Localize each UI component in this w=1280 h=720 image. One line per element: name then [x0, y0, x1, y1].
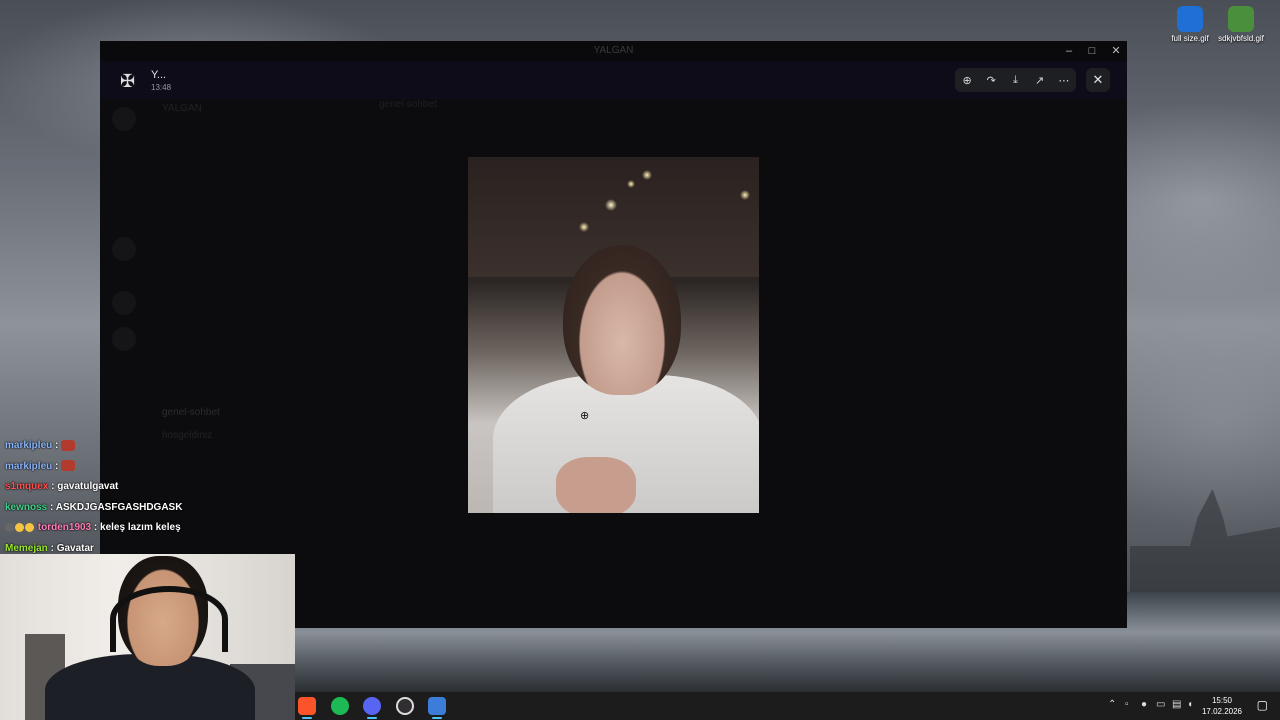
chat-username: s1mquex: [5, 481, 49, 492]
chat-message: kewnoss : ASKDJGASFGASHDGASK: [5, 501, 183, 513]
chat-message: s1mquex : gavatulgavat: [5, 481, 119, 492]
chat-username: Memejan: [5, 542, 48, 554]
headphones: [110, 586, 228, 652]
chat-message: markipleu :: [5, 436, 295, 457]
chevron-up-icon[interactable]: ⌃: [1108, 699, 1116, 710]
desktop-icon-label: sdkjvbfsld.gif: [1218, 34, 1264, 43]
device-icon[interactable]: ▫: [1125, 699, 1129, 710]
close-window-button[interactable]: ✕: [1105, 43, 1127, 59]
forward-icon[interactable]: ↷: [981, 74, 1001, 87]
zoom-cursor-icon: ⊕: [580, 410, 590, 422]
microphone-icon[interactable]: ●: [1141, 699, 1147, 710]
channel-header: genel-sohbet: [379, 99, 437, 110]
desktop-icon-full-size[interactable]: full size.gif: [1162, 6, 1218, 43]
server-cross-icon: ✠: [120, 71, 136, 91]
message-timestamp: 13:48: [151, 83, 172, 92]
minimize-button[interactable]: –: [1058, 43, 1080, 59]
brave-icon[interactable]: [298, 697, 316, 715]
badge-icon: [25, 522, 34, 532]
media-toolbar: ⊕ ↷ ⤓ ↗ ⋯: [955, 68, 1076, 92]
chat-message: markipleu :: [5, 457, 295, 478]
chat-text: ASKDJGASFGASHDGASK: [55, 501, 183, 513]
emote-icon: [61, 460, 76, 472]
open-external-icon[interactable]: ↗: [1030, 74, 1050, 87]
clock-date: 17.02.2026: [1201, 707, 1242, 716]
stream-chat-overlay: markipleu : markipleu : s1mquex : gavatu…: [5, 436, 295, 559]
gif-file-icon: [1177, 6, 1203, 32]
obs-icon[interactable]: [396, 697, 414, 715]
badge-icon: [15, 522, 24, 532]
volume-icon[interactable]: ◖: [1187, 699, 1193, 710]
download-icon[interactable]: ⤓: [1005, 74, 1025, 87]
discord-icon[interactable]: [363, 697, 381, 715]
notification-icon[interactable]: ▢: [1257, 698, 1268, 712]
server-name: YALGAN: [162, 103, 202, 114]
desktop-icon-label: full size.gif: [1171, 34, 1209, 43]
desktop-icon-sdkjvbfsld[interactable]: sdkjvbfsld.gif: [1213, 6, 1269, 43]
close-viewer-button[interactable]: ✕: [1086, 68, 1110, 92]
display-icon[interactable]: ▭: [1156, 699, 1165, 710]
spotify-icon[interactable]: [331, 697, 349, 715]
chat-username: kewnoss: [5, 501, 48, 513]
window-title: YALGAN: [593, 45, 634, 56]
maximize-button[interactable]: □: [1081, 43, 1103, 59]
emote-icon: [61, 439, 76, 451]
viewed-image[interactable]: [468, 157, 759, 513]
chat-text: Gavatar: [56, 542, 94, 554]
chat-username: torden1903: [37, 522, 92, 533]
network-icon[interactable]: ▤: [1172, 699, 1181, 710]
taskbar: ⌃ ▫ ● ▭ ▤ ◖ 15:50 17.02.2026 ▢: [295, 692, 1280, 720]
system-clock[interactable]: 15:50 17.02.2026: [1202, 695, 1242, 717]
chat-username: markipleu: [5, 460, 53, 472]
channel-genel-sohbet[interactable]: genel-sohbet: [162, 407, 220, 418]
frog-gif-icon: [1228, 6, 1254, 32]
more-icon[interactable]: ⋯: [1054, 74, 1074, 87]
webcam-feed: [0, 554, 295, 720]
clock-time: 15:50: [1211, 696, 1232, 705]
badge-icon: [5, 522, 14, 532]
chat-text: keleş lazım keleş: [100, 522, 181, 533]
chat-text: gavatulgavat: [57, 481, 119, 492]
app-icon[interactable]: [428, 697, 446, 715]
window-titlebar: YALGAN – □ ✕: [100, 41, 1127, 61]
chat-message: torden1903 : keleş lazım keleş: [5, 518, 295, 539]
zoom-in-icon[interactable]: ⊕: [957, 74, 977, 87]
chat-username: markipleu: [5, 440, 53, 451]
author-name[interactable]: Y...: [151, 69, 166, 81]
